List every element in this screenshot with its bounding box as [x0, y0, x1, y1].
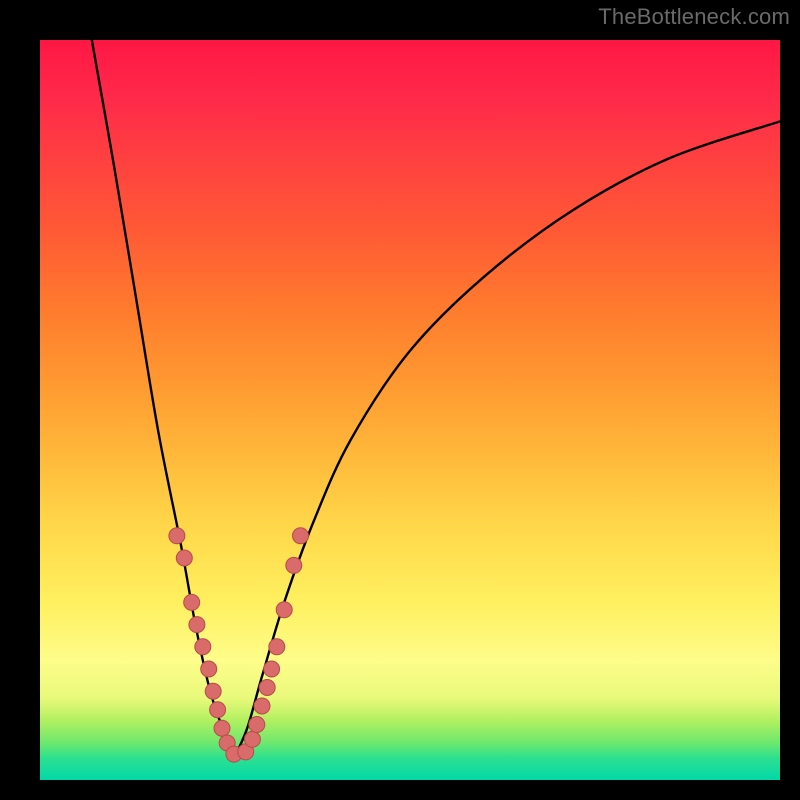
scatter-dot	[169, 528, 185, 544]
scatter-dot	[276, 602, 292, 618]
scatter-dot	[254, 698, 270, 714]
chart-svg	[40, 40, 780, 780]
scatter-dot	[259, 680, 275, 696]
curve-right-branch	[232, 121, 780, 761]
scatter-dot	[269, 639, 285, 655]
scatter-dot	[286, 557, 302, 573]
curve-group	[92, 40, 780, 762]
scatter-group	[169, 528, 309, 762]
scatter-dot	[293, 528, 309, 544]
watermark-text: TheBottleneck.com	[598, 4, 790, 30]
scatter-dot	[244, 731, 260, 747]
plot-area	[40, 40, 780, 780]
scatter-dot	[205, 683, 221, 699]
scatter-dot	[264, 661, 280, 677]
scatter-dot	[201, 661, 217, 677]
scatter-dot	[210, 702, 226, 718]
scatter-dot	[184, 594, 200, 610]
curve-left-branch	[92, 40, 233, 762]
scatter-dot	[176, 550, 192, 566]
scatter-dot	[214, 720, 230, 736]
outer-frame: TheBottleneck.com	[0, 0, 800, 800]
scatter-dot	[249, 717, 265, 733]
scatter-dot	[189, 617, 205, 633]
scatter-dot	[195, 639, 211, 655]
